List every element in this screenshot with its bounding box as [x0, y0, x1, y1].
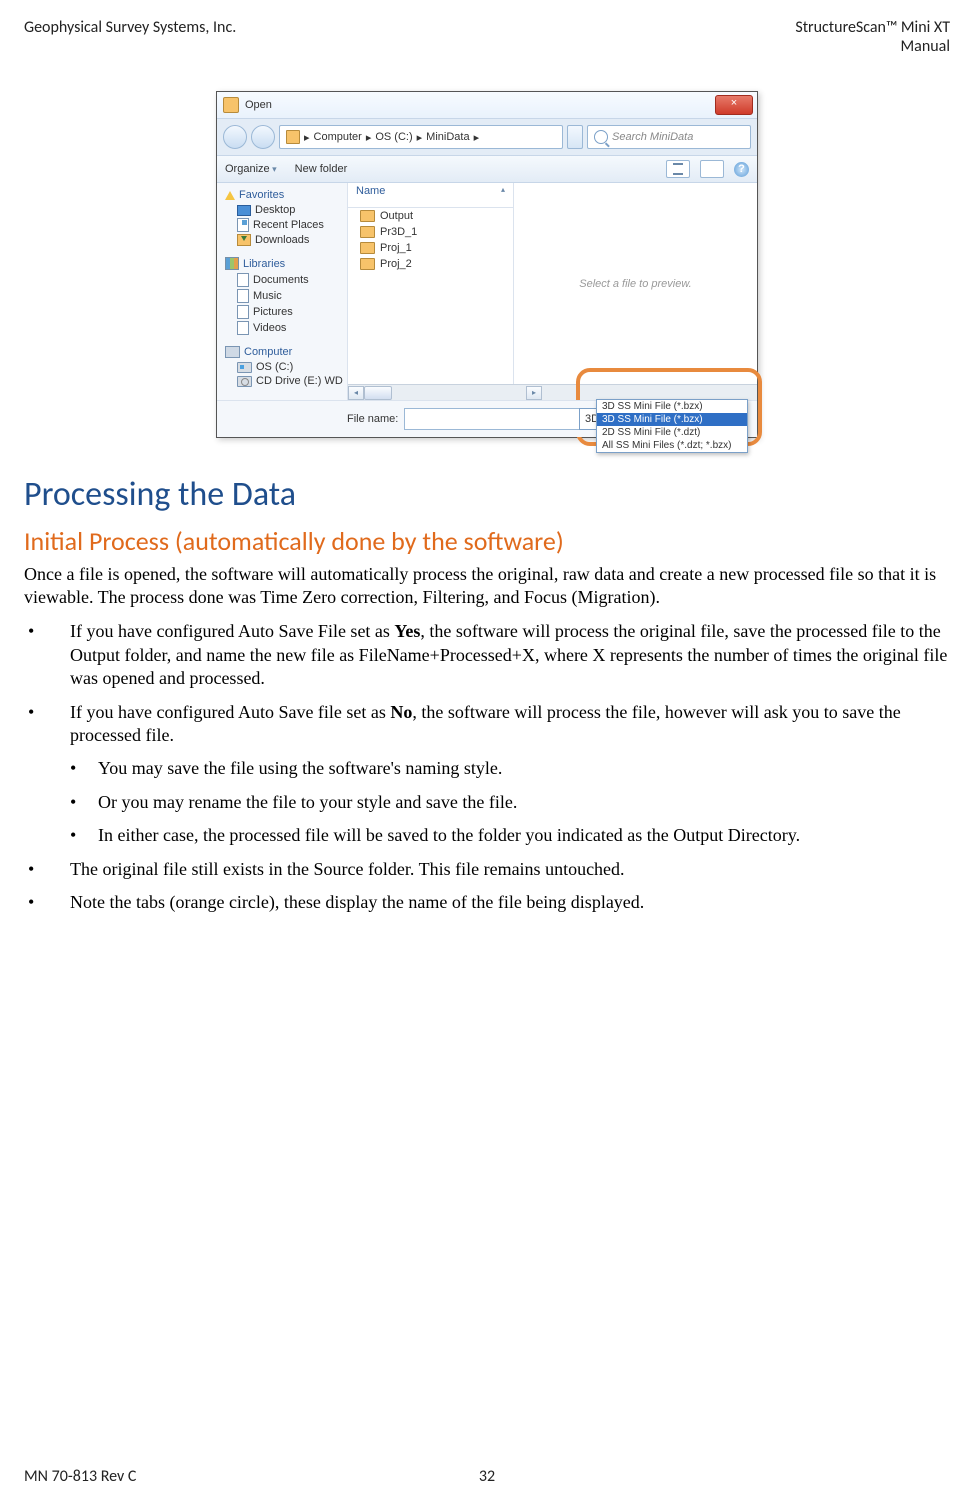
page-footer: MN 70-813 Rev C 32 — [24, 1467, 950, 1486]
list-item[interactable]: Proj_2 — [348, 256, 513, 272]
bullet-item: If you have configured Auto Save file se… — [24, 701, 950, 848]
libraries-icon — [225, 257, 239, 270]
bullet-item: If you have configured Auto Save File se… — [24, 620, 950, 690]
sidebar-item-desktop[interactable]: Desktop — [217, 203, 347, 217]
favorites-header[interactable]: Favorites — [217, 187, 347, 203]
sidebar-item-documents[interactable]: Documents — [217, 272, 347, 288]
recent-icon — [237, 218, 249, 232]
list-item[interactable]: Output — [348, 208, 513, 224]
folder-icon — [223, 97, 239, 113]
desktop-icon — [237, 205, 251, 216]
folder-icon — [286, 130, 300, 144]
breadcrumb[interactable]: ▸ Computer ▸ OS (C:) ▸ MiniData ▸ — [279, 125, 563, 149]
bullet-item: Note the tabs (orange circle), these dis… — [24, 891, 950, 914]
column-header-name[interactable]: Name▴ — [348, 183, 513, 208]
libraries-header[interactable]: Libraries — [217, 255, 347, 272]
dropdown-option[interactable]: All SS Mini Files (*.dzt; *.bzx) — [597, 439, 747, 452]
file-list: Name▴ Output Pr3D_1 Proj_1 Proj_2 — [348, 183, 514, 384]
new-folder-button[interactable]: New folder — [295, 163, 348, 175]
bullet-list: If you have configured Auto Save File se… — [24, 620, 950, 914]
computer-icon — [225, 346, 240, 358]
back-button[interactable] — [223, 125, 247, 149]
help-icon[interactable]: ? — [734, 162, 749, 177]
dropdown-option-selected[interactable]: 3D SS Mini File (*.bzx) — [597, 413, 747, 426]
sidebar-item-pictures[interactable]: Pictures — [217, 304, 347, 320]
header-left: Geophysical Survey Systems, Inc. — [24, 18, 236, 56]
view-button[interactable] — [666, 160, 690, 178]
docs-icon — [237, 273, 249, 287]
open-dialog: Open × ▸ Computer ▸ OS (C:) ▸ MiniData ▸ — [216, 91, 758, 438]
paragraph: Once a file is opened, the software will… — [24, 563, 950, 608]
preview-pane: Select a file to preview. — [514, 183, 757, 384]
folder-icon — [360, 258, 375, 270]
header-right: StructureScan™ Mini XT Manual — [795, 18, 950, 56]
filetype-dropdown[interactable]: 3D SS Mini File (*.bzx) 3D SS Mini File … — [596, 399, 748, 453]
folder-icon — [360, 242, 375, 254]
hdd-icon — [237, 362, 252, 373]
heading-2: Initial Process (automatically done by t… — [24, 525, 950, 557]
computer-header[interactable]: Computer — [217, 344, 347, 360]
folder-icon — [360, 210, 375, 222]
dialog-titlebar: Open × — [217, 92, 757, 119]
preview-pane-button[interactable] — [700, 160, 724, 178]
list-item[interactable]: Pr3D_1 — [348, 224, 513, 240]
star-icon — [225, 191, 235, 200]
sidebar-item-videos[interactable]: Videos — [217, 320, 347, 336]
forward-button[interactable] — [251, 125, 275, 149]
dropdown-option[interactable]: 2D SS Mini File (*.dzt) — [597, 426, 747, 439]
sub-bullet-item: You may save the file using the software… — [70, 757, 950, 780]
address-bar: ▸ Computer ▸ OS (C:) ▸ MiniData ▸ Search… — [217, 119, 757, 156]
sidebar-item-recent[interactable]: Recent Places — [217, 217, 347, 233]
videos-icon — [237, 321, 249, 335]
page-number: 32 — [479, 1467, 495, 1486]
search-icon — [594, 130, 608, 144]
folder-icon — [360, 226, 375, 238]
dropdown-option[interactable]: 3D SS Mini File (*.bzx) — [597, 400, 747, 413]
page-header: Geophysical Survey Systems, Inc. Structu… — [24, 18, 950, 56]
sidebar-item-downloads[interactable]: Downloads — [217, 233, 347, 247]
dialog-title: Open — [245, 99, 272, 111]
refresh-button[interactable] — [567, 125, 583, 149]
sidebar-item-osc[interactable]: OS (C:) — [217, 360, 347, 374]
bullet-item: The original file still exists in the So… — [24, 858, 950, 881]
sidebar-item-music[interactable]: Music — [217, 288, 347, 304]
pictures-icon — [237, 305, 249, 319]
h-scrollbar[interactable]: ◂▸ — [348, 384, 757, 400]
cd-icon — [237, 376, 252, 387]
search-input[interactable]: Search MiniData — [587, 125, 751, 149]
sidebar-item-cd[interactable]: CD Drive (E:) WD — [217, 374, 347, 388]
music-icon — [237, 289, 249, 303]
sub-bullet-item: Or you may rename the file to your style… — [70, 791, 950, 814]
filename-input[interactable] — [404, 408, 591, 430]
footer-left: MN 70-813 Rev C — [24, 1467, 136, 1486]
dialog-toolbar: Organize New folder ? — [217, 156, 757, 183]
downloads-icon — [237, 234, 251, 246]
nav-pane: Favorites Desktop Recent Places Download… — [217, 183, 348, 400]
close-button[interactable]: × — [715, 95, 753, 115]
organize-menu[interactable]: Organize — [225, 163, 277, 175]
heading-1: Processing the Data — [24, 474, 950, 515]
filename-label: File name: — [347, 413, 398, 425]
list-item[interactable]: Proj_1 — [348, 240, 513, 256]
sub-bullet-item: In either case, the processed file will … — [70, 824, 950, 847]
